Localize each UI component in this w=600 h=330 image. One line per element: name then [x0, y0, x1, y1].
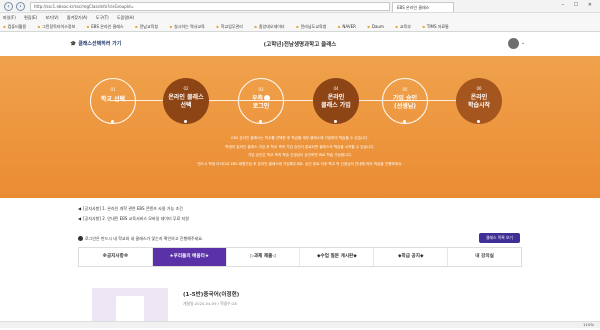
- step-dot: [259, 120, 262, 123]
- step-number: 06: [476, 86, 482, 91]
- window-controls-icon[interactable]: – ☐ ✕: [562, 2, 596, 8]
- step-number: 02: [183, 86, 189, 91]
- class-list-button[interactable]: 클래스 목록 보기: [479, 233, 520, 243]
- step-number: 05: [402, 87, 408, 92]
- step-number: 04: [333, 86, 339, 91]
- address-bar[interactable]: http://ssc1.ebsoc.kr/ssc/regClassInfo?cl…: [30, 2, 390, 11]
- menu-favorites[interactable]: 즐겨찾기(A): [67, 15, 88, 20]
- hero-description: EBS 온라인 클래스는 학교를 선택한 후 학급별 세부 클래스에 가입하여 …: [197, 136, 403, 166]
- site-header: 🎓 클래스선택하러 가기 (고학년)전남생명과학고 클래스 ⌄: [0, 33, 600, 56]
- board-tabs: ※공지사항※ ★우리들의 배움터★ ▷과제 제출◁ ◆수업 질문 게시판◆ ◆학…: [78, 247, 522, 267]
- favorite-link[interactable]: 학교업무관리: [216, 24, 243, 29]
- favorite-link[interactable]: 전남교육청: [135, 24, 158, 29]
- step-label: 온라인 학습시작: [467, 94, 491, 109]
- step-dot: [111, 120, 114, 123]
- user-icon: [264, 95, 271, 101]
- step-label: 가입 승인 (선생님): [392, 95, 418, 110]
- menu-bar: 파일(F) 편집(E) 보기(V) 즐겨찾기(A) 도구(T) 도움말(H): [0, 13, 600, 22]
- step-class-join: 04 온라인 클래스 가입: [313, 78, 359, 124]
- notice-item[interactable]: ◀ [공지사항] 2. 안내된 EBS 교육서비스 모바일 데이터 무료 지원: [78, 216, 189, 222]
- info-icon: [78, 236, 83, 241]
- tab-assignment[interactable]: ▷과제 제출◁: [227, 248, 301, 266]
- course-meta: 개설일:2020.04.09 / 학생수:28: [183, 301, 237, 306]
- tab-learning-space[interactable]: ★우리들의 배움터★: [152, 248, 227, 266]
- menu-tools[interactable]: 도구(T): [96, 15, 109, 20]
- favorite-link[interactable]: 중앙대오데이터: [254, 24, 284, 29]
- back-arrow-icon[interactable]: ‹: [4, 2, 13, 11]
- favorite-link[interactable]: NAVER: [338, 24, 356, 29]
- tab-class-notice[interactable]: ◆학급 공지◆: [374, 248, 449, 266]
- menu-file[interactable]: 파일(F): [3, 15, 16, 20]
- course-title[interactable]: (1-5반)중국어(이정현): [183, 290, 239, 298]
- step-number: 03: [258, 87, 264, 92]
- login-info: 로그인은 반드시 내 학교와 내 클래스가 맞는지 확인하고 진행해주세요.: [78, 236, 203, 242]
- browser-tab[interactable]: EBS 온라인 클래스: [392, 2, 454, 12]
- favorite-link[interactable]: TIMS 자료통: [422, 24, 449, 29]
- notice-text: [공지사항] 2. 안내된 EBS 교육서비스 모바일 데이터 무료 지원: [83, 216, 189, 221]
- step-number: 01: [110, 87, 116, 92]
- step-label: 학교 선택: [100, 96, 126, 103]
- step-class-select: 02 온라인 클래스 선택: [163, 78, 209, 124]
- enrollment-steps-banner: 01 학교 선택 02 온라인 클래스 선택 03 우측 로그인 04 온라인 클래스…: [0, 56, 600, 198]
- forward-arrow-icon[interactable]: ›: [16, 2, 25, 11]
- favorite-link[interactable]: Daum: [367, 24, 384, 29]
- tab-notice[interactable]: ※공지사항※: [79, 248, 153, 266]
- step-start-learning: 06 온라인 학습시작: [456, 78, 502, 124]
- notice-text: [공지사항] 1. 온라인 개학 관련 EBS 콘텐츠 사용 가능 조건: [83, 206, 183, 211]
- favorite-link[interactable]: 그린장독타이스정보: [37, 24, 75, 29]
- tab-question-board[interactable]: ◆수업 질문 게시판◆: [300, 248, 375, 266]
- browser-toolbar: ‹ › http://ssc1.ebsoc.kr/ssc/regClassInf…: [0, 0, 600, 13]
- favorite-link[interactable]: 교육부: [395, 24, 411, 29]
- step-label: 우측 로그인: [251, 95, 271, 110]
- favorite-link[interactable]: EBS 온라인 클래스: [87, 24, 124, 29]
- menu-edit[interactable]: 편집(E): [24, 15, 37, 20]
- step-dot: [334, 120, 337, 123]
- chevron-down-icon[interactable]: ⌄: [521, 40, 525, 46]
- step-label: 온라인 클래스 가입: [321, 94, 351, 109]
- step-dot: [477, 120, 480, 123]
- status-bar: 110%: [0, 321, 600, 328]
- step-school-select: 01 학교 선택: [90, 78, 136, 124]
- info-text: 로그인은 반드시 내 학교와 내 클래스가 맞는지 확인하고 진행해주세요.: [85, 236, 204, 241]
- megaphone-icon: ◀: [78, 206, 82, 211]
- favorite-link[interactable]: 컴퓨터활용: [3, 24, 26, 29]
- step-dot: [184, 120, 187, 123]
- megaphone-icon: ◀: [78, 216, 82, 221]
- zoom-level[interactable]: 110%: [583, 322, 594, 328]
- favorite-link[interactable]: 실시하는 역사교육: [169, 24, 204, 29]
- tab-my-classroom[interactable]: 내 강의실: [448, 248, 521, 266]
- step-approval: 05 가입 승인 (선생님): [382, 78, 428, 124]
- menu-view[interactable]: 보기(V): [45, 15, 58, 20]
- user-avatar-icon[interactable]: [508, 38, 519, 49]
- step-dot: [403, 120, 406, 123]
- notice-item[interactable]: ◀ [공지사항] 1. 온라인 개학 관련 EBS 콘텐츠 사용 가능 조건: [78, 206, 183, 212]
- favorites-bar: 컴퓨터활용 그린장독타이스정보 EBS 온라인 클래스 전남교육청 실시하는 역…: [0, 22, 600, 32]
- favorite-link[interactable]: 전라남도교육청: [296, 24, 326, 29]
- step-label: 온라인 클래스 선택: [168, 94, 204, 109]
- menu-help[interactable]: 도움말(H): [117, 15, 134, 20]
- step-login: 03 우측 로그인: [238, 78, 284, 124]
